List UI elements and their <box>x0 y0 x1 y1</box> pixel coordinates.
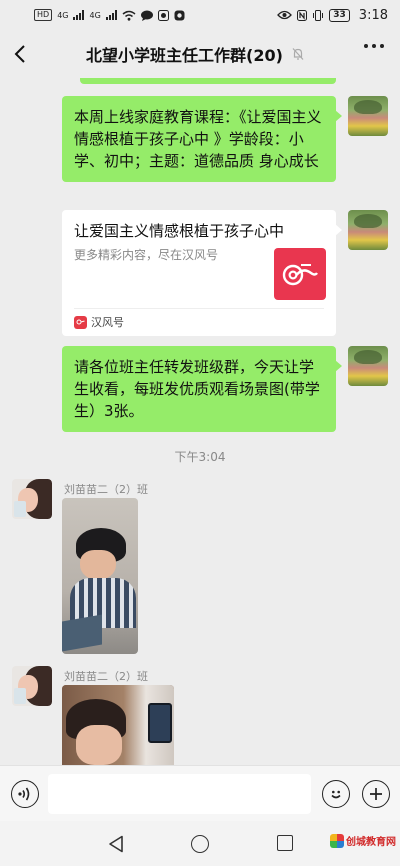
status-left-icons: HD 4G 4G <box>34 9 185 21</box>
message-input-bar <box>0 765 400 821</box>
more-options-button[interactable] <box>364 44 384 48</box>
sender-name: 刘苗苗二（2）班 <box>64 483 148 496</box>
page-title: 北望小学班主任工作群(20) <box>86 46 283 65</box>
vibrate-icon <box>313 9 324 21</box>
link-card-title: 让爱国主义情感根植于孩子心中 <box>74 222 285 240</box>
status-time: 3:18 <box>358 7 388 23</box>
wifi-icon <box>122 10 136 21</box>
add-attachment-button[interactable] <box>362 780 390 808</box>
eye-icon <box>277 10 293 20</box>
watermark-logo-icon <box>330 833 344 848</box>
message-icon <box>140 10 153 21</box>
link-card[interactable]: 让爱国主义情感根植于孩子心中 更多精彩内容，尽在汉风号 汉风号 <box>62 210 342 336</box>
mute-indicator <box>291 47 305 61</box>
nav-home-button[interactable] <box>191 835 209 853</box>
avatar[interactable] <box>348 346 388 386</box>
emoji-icon <box>331 790 341 799</box>
link-card-source: 汉风号 <box>74 314 124 330</box>
sender-name: 刘苗苗二（2）班 <box>64 670 148 683</box>
previous-message-bubble[interactable] <box>80 78 336 84</box>
chat-timestamp: 下午3:04 <box>174 450 226 464</box>
network-4g-label-2: 4G <box>89 10 101 20</box>
message-input[interactable] <box>48 774 311 814</box>
chat-messages[interactable]: 本周上线家庭教育课程：《让爱国主义情感根植于孩子心中 》学龄段：小学、初中；主题… <box>0 78 400 765</box>
image-message[interactable] <box>62 498 138 654</box>
plus-icon <box>370 788 382 800</box>
status-right-icons: 33 3:18 <box>277 8 388 23</box>
system-nav-bar: 创城教育网 <box>0 821 400 866</box>
app-notification-icon-2 <box>174 10 185 20</box>
app-notification-icon <box>157 9 169 21</box>
voice-icon <box>18 787 30 801</box>
watermark: 创城教育网 <box>330 833 396 848</box>
hd-indicator: HD <box>34 9 53 21</box>
status-bar: HD 4G 4G 33 3:18 <box>0 0 400 30</box>
nav-recent-apps-button[interactable] <box>277 835 293 851</box>
divider <box>74 308 324 309</box>
link-card-thumbnail <box>274 248 326 300</box>
signal-icon <box>73 10 85 20</box>
watermark-text: 创城教育网 <box>346 837 396 848</box>
link-card-source-label: 汉风号 <box>91 316 124 329</box>
message-bubble[interactable]: 本周上线家庭教育课程：《让爱国主义情感根植于孩子心中 》学龄段：小学、初中；主题… <box>62 96 342 182</box>
nav-back-icon[interactable] <box>108 835 124 853</box>
message-bubble[interactable]: 请各位班主任转发班级群，今天让学生收看，每班发优质观看场景图(带学生）3张。 <box>62 346 342 432</box>
chat-header: 北望小学班主任工作群(20) <box>0 30 400 78</box>
emoji-button[interactable] <box>322 780 350 808</box>
battery-indicator: 33 <box>329 8 350 22</box>
bell-muted-icon <box>292 48 304 60</box>
hanfeng-logo-icon <box>74 315 87 329</box>
avatar[interactable] <box>348 210 388 250</box>
link-card-description: 更多精彩内容，尽在汉风号 <box>74 248 219 262</box>
nfc-icon <box>297 9 308 21</box>
avatar[interactable] <box>348 96 388 136</box>
avatar[interactable] <box>12 479 52 519</box>
back-button[interactable] <box>0 30 40 78</box>
signal-icon-2 <box>105 10 117 20</box>
chevron-left-icon <box>14 45 25 63</box>
network-4g-label: 4G <box>57 10 69 20</box>
image-message[interactable] <box>62 685 174 765</box>
at-logo-icon <box>282 264 318 286</box>
avatar[interactable] <box>12 666 52 706</box>
voice-input-button[interactable] <box>11 780 39 808</box>
